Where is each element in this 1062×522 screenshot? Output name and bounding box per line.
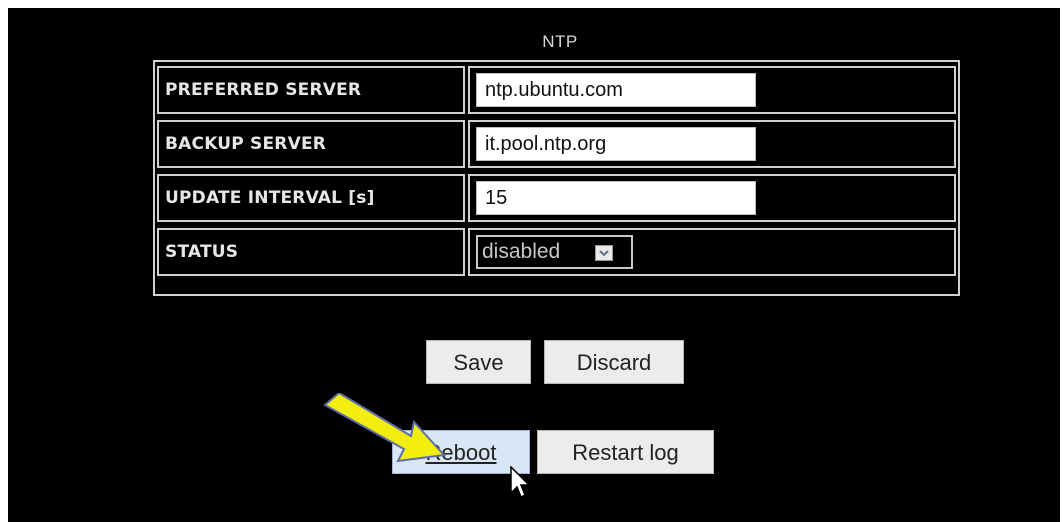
table-row: STATUS disabled: [155, 226, 962, 280]
label-cell: BACKUP SERVER: [157, 120, 465, 168]
arrow-pointer-icon: [322, 391, 448, 474]
value-cell: [468, 66, 956, 114]
status-label: STATUS: [165, 242, 239, 262]
backup-server-input[interactable]: [476, 127, 756, 161]
preferred-server-input[interactable]: [476, 73, 756, 107]
status-select-value: disabled: [482, 240, 561, 263]
update-interval-input[interactable]: [476, 181, 756, 215]
value-cell: [468, 174, 956, 222]
chevron-down-icon[interactable]: [595, 245, 613, 261]
ntp-panel: NTP PREFERRED SERVER BACKUP SERVER UPDAT…: [8, 8, 1060, 522]
discard-button[interactable]: Discard: [544, 340, 684, 384]
value-cell: disabled: [468, 228, 956, 276]
value-cell: [468, 120, 956, 168]
restart-log-button[interactable]: Restart log: [537, 430, 714, 474]
table-row: PREFERRED SERVER: [155, 64, 962, 118]
status-select[interactable]: disabled: [476, 235, 633, 269]
mouse-cursor-icon: [510, 465, 532, 505]
label-cell: UPDATE INTERVAL [s]: [157, 174, 465, 222]
table-row: UPDATE INTERVAL [s]: [155, 172, 962, 226]
label-cell: PREFERRED SERVER: [157, 66, 465, 114]
save-button[interactable]: Save: [426, 340, 531, 384]
label-cell: STATUS: [157, 228, 465, 276]
backup-server-label: BACKUP SERVER: [165, 134, 327, 154]
update-interval-label: UPDATE INTERVAL [s]: [165, 188, 375, 208]
table-row: BACKUP SERVER: [155, 118, 962, 172]
preferred-server-label: PREFERRED SERVER: [165, 80, 362, 100]
section-title: NTP: [542, 32, 578, 51]
ntp-settings-table: PREFERRED SERVER BACKUP SERVER UPDATE IN…: [153, 60, 960, 296]
